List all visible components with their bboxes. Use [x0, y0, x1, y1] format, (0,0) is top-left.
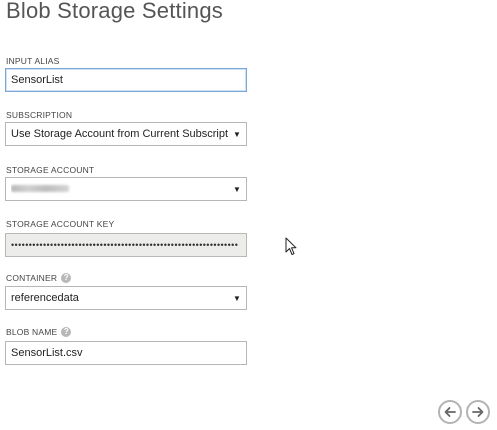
chevron-down-icon: ▼: [233, 293, 241, 303]
storage-account-select[interactable]: ▼: [5, 177, 247, 201]
container-label-text: CONTAINER: [6, 273, 58, 283]
subscription-label-text: SUBSCRIPTION: [6, 110, 73, 120]
mouse-pointer-icon: [285, 237, 297, 261]
input-alias-field[interactable]: SensorList: [5, 68, 247, 92]
blob-name-field[interactable]: SensorList.csv: [5, 341, 247, 365]
blob-name-label-text: BLOB NAME: [6, 327, 58, 337]
arrow-right-icon: [472, 407, 484, 417]
container-label: CONTAINER ?: [6, 273, 72, 283]
subscription-label: SUBSCRIPTION: [6, 110, 72, 120]
back-button[interactable]: [438, 400, 462, 424]
blob-name-label: BLOB NAME ?: [6, 327, 72, 337]
subscription-value: Use Storage Account from Current Subscri…: [11, 128, 228, 140]
page-title: Blob Storage Settings: [6, 0, 224, 23]
storage-account-label: STORAGE ACCOUNT: [6, 165, 94, 175]
container-value: referencedata: [11, 292, 79, 304]
input-alias-label: INPUT ALIAS: [6, 56, 60, 66]
help-icon[interactable]: ?: [61, 327, 72, 337]
container-select[interactable]: referencedata ▼: [5, 286, 247, 310]
storage-account-key-label-text: STORAGE ACCOUNT KEY: [6, 219, 115, 229]
storage-account-key-label: STORAGE ACCOUNT KEY: [6, 219, 114, 229]
storage-account-key-value: ••••••••••••••••••••••••••••••••••••••••…: [11, 240, 239, 250]
help-icon[interactable]: ?: [61, 273, 72, 283]
storage-account-value: [11, 183, 228, 195]
subscription-select[interactable]: Use Storage Account from Current Subscri…: [5, 122, 247, 146]
storage-account-label-text: STORAGE ACCOUNT: [6, 165, 95, 175]
redacted-value: [11, 185, 69, 192]
chevron-down-icon: ▼: [233, 184, 241, 194]
chevron-down-icon: ▼: [233, 129, 241, 139]
next-button[interactable]: [466, 400, 490, 424]
blob-name-value: SensorList.csv: [11, 347, 83, 359]
storage-account-key-field: ••••••••••••••••••••••••••••••••••••••••…: [5, 233, 247, 257]
arrow-left-icon: [444, 407, 456, 417]
input-alias-value: SensorList: [11, 74, 63, 86]
input-alias-label-text: INPUT ALIAS: [6, 56, 60, 66]
